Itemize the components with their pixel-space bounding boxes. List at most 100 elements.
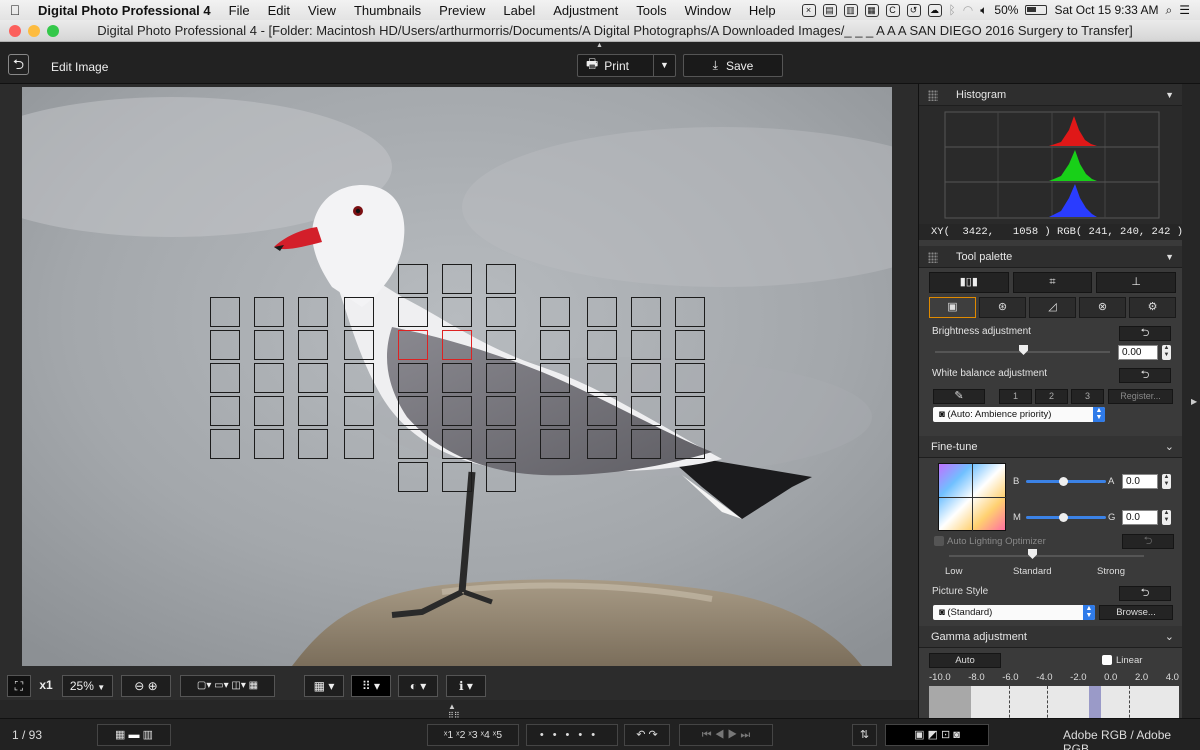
tab-tone-curve[interactable]: ◿ bbox=[1029, 297, 1076, 318]
menu-tools[interactable]: Tools bbox=[627, 3, 675, 18]
c-app-icon[interactable]: C bbox=[885, 3, 900, 17]
tray-app-icon[interactable]: ▥ bbox=[843, 3, 858, 17]
zoom-out-icon[interactable]: ⊖ bbox=[134, 679, 144, 693]
previous-image-icon[interactable]: ◀ bbox=[715, 729, 725, 741]
menu-adjustment[interactable]: Adjustment bbox=[544, 3, 627, 18]
list-view-icon[interactable]: ▥ bbox=[143, 729, 153, 741]
linear-checkbox[interactable] bbox=[1102, 655, 1112, 665]
collapse-double-icon[interactable]: ⌄ bbox=[1165, 436, 1174, 458]
filter-button[interactable]: ⇅ bbox=[852, 724, 877, 746]
compare-view-icon[interactable]: ◫▾ bbox=[231, 680, 245, 691]
zoom-select[interactable]: 25% ▼ bbox=[62, 675, 113, 697]
wb-mode-select[interactable]: ◙ (Auto: Ambience priority) ▲ ▼ bbox=[933, 407, 1105, 422]
info-button[interactable]: ℹ ▾ bbox=[446, 675, 486, 697]
save-button[interactable]: ⤓ Save bbox=[683, 54, 783, 77]
highlight-warning-button[interactable]: ◐ ▾ bbox=[398, 675, 438, 697]
close-window-button[interactable] bbox=[9, 25, 21, 37]
tab-settings[interactable]: ⚙ bbox=[1129, 297, 1176, 318]
brightness-slider-thumb[interactable] bbox=[1019, 345, 1028, 355]
close-circle-icon[interactable]: × bbox=[801, 3, 816, 17]
picture-style-select[interactable]: ◙ (Standard) ▲ ▼ bbox=[933, 605, 1095, 620]
wb-preset-1-button[interactable]: 1 bbox=[999, 389, 1032, 404]
zoom-window-button[interactable] bbox=[47, 25, 59, 37]
menu-help[interactable]: Help bbox=[740, 3, 785, 18]
gamma-auto-button[interactable]: Auto bbox=[929, 653, 1001, 668]
tab-lens[interactable]: ⊛ bbox=[979, 297, 1026, 318]
menu-preview[interactable]: Preview bbox=[430, 3, 494, 18]
expand-panel-icon[interactable]: ▶ bbox=[1191, 397, 1197, 406]
wb-reset-button[interactable]: ⮌ bbox=[1119, 368, 1171, 383]
ba-stepper[interactable]: ▲ ▼ bbox=[1162, 474, 1171, 489]
browse-button[interactable]: Browse... bbox=[1099, 605, 1173, 620]
af-points-button[interactable]: ⠿ ▾ bbox=[351, 675, 391, 697]
camera-icon[interactable]: ◙ bbox=[953, 729, 960, 741]
layout-icon-1[interactable]: ▣ bbox=[914, 729, 924, 741]
first-image-icon[interactable]: ⏮ bbox=[702, 729, 712, 741]
cloud-icon[interactable]: ☁ bbox=[927, 3, 942, 17]
bluetooth-icon[interactable]: ᛒ bbox=[949, 3, 956, 17]
backup-icon[interactable]: ↺ bbox=[906, 3, 921, 17]
apple-icon[interactable]:  bbox=[0, 2, 30, 18]
picture-style-reset-button[interactable]: ⮌ bbox=[1119, 586, 1171, 601]
brightness-value[interactable]: 0.00 bbox=[1118, 345, 1158, 360]
brightness-stepper[interactable]: ▲ ▼ bbox=[1162, 345, 1171, 360]
rating-5[interactable]: ˣ5 bbox=[493, 729, 502, 741]
collapse-toolbar-icon[interactable]: ▲ bbox=[596, 42, 603, 49]
brightness-reset-button[interactable]: ⮌ bbox=[1119, 326, 1171, 341]
drag-handle-icon[interactable] bbox=[928, 90, 938, 101]
stamp-tool-button[interactable]: ⊥ bbox=[1096, 272, 1177, 293]
layout-icon-2[interactable]: ◩ bbox=[928, 729, 938, 741]
drag-handle-icon[interactable] bbox=[928, 252, 938, 263]
mg-slider-thumb[interactable] bbox=[1059, 513, 1068, 522]
spotlight-icon[interactable]: ⌕ bbox=[1166, 3, 1173, 18]
menu-file[interactable]: File bbox=[220, 3, 259, 18]
crop-tool-button[interactable]: ⌗ bbox=[1012, 272, 1093, 293]
label-dots[interactable]: ••••• bbox=[526, 724, 618, 746]
notification-center-icon[interactable]: ☰ bbox=[1179, 3, 1190, 17]
gamma-graph[interactable] bbox=[929, 686, 1179, 720]
wb-preset-2-button[interactable]: 2 bbox=[1035, 389, 1068, 404]
volume-icon[interactable]: 🔈︎ bbox=[980, 3, 987, 18]
rating-3[interactable]: ˣ3 bbox=[468, 729, 477, 741]
wb-preset-3-button[interactable]: 3 bbox=[1071, 389, 1104, 404]
ba-slider-thumb[interactable] bbox=[1059, 477, 1068, 486]
grid-button[interactable]: ▦ ▾ bbox=[304, 675, 344, 697]
last-image-icon[interactable]: ⏭ bbox=[740, 729, 750, 741]
gamma-header[interactable]: Gamma adjustment ⌄ bbox=[919, 626, 1182, 648]
print-button[interactable]: 🖶︎ Print ▼ bbox=[577, 54, 676, 77]
collapse-double-icon[interactable]: ⌄ bbox=[1165, 626, 1174, 648]
menu-view[interactable]: View bbox=[299, 3, 345, 18]
collapse-icon[interactable]: ▼ bbox=[1165, 246, 1174, 268]
menu-app-name[interactable]: Digital Photo Professional 4 bbox=[30, 3, 220, 18]
compare-tool-button[interactable]: ▮▯▮ bbox=[929, 272, 1009, 293]
image-viewer[interactable] bbox=[0, 84, 918, 670]
alo-slider-thumb[interactable] bbox=[1028, 549, 1037, 559]
histogram-header[interactable]: Histogram ▼ bbox=[919, 84, 1182, 106]
menu-label[interactable]: Label bbox=[494, 3, 544, 18]
mg-stepper[interactable]: ▲ ▼ bbox=[1162, 510, 1171, 525]
alo-slider[interactable] bbox=[949, 555, 1144, 557]
tool-palette-header[interactable]: Tool palette ▼ bbox=[919, 246, 1182, 268]
rating-1[interactable]: ˣ1 bbox=[444, 729, 453, 741]
battery-icon[interactable] bbox=[1025, 5, 1048, 15]
chart-icon[interactable]: ▦ bbox=[864, 3, 879, 17]
fine-tune-header[interactable]: Fine-tune ⌄ bbox=[919, 436, 1182, 458]
mg-value[interactable]: 0.0 bbox=[1122, 510, 1158, 525]
rotate-right-icon[interactable]: ↷ bbox=[649, 729, 658, 741]
tab-basic[interactable]: ▣ bbox=[929, 297, 976, 318]
menu-window[interactable]: Window bbox=[676, 3, 740, 18]
wb-register-button[interactable]: Register... bbox=[1108, 389, 1173, 404]
tab-color[interactable]: ⊗ bbox=[1079, 297, 1126, 318]
print-dropdown-icon[interactable]: ▼ bbox=[653, 55, 675, 76]
wifi-icon[interactable]: ◠ bbox=[963, 3, 973, 17]
fit-screen-button[interactable]: ⛶ bbox=[7, 675, 31, 697]
split-view-icon[interactable]: ▭▾ bbox=[214, 680, 228, 691]
rotate-left-icon[interactable]: ↶ bbox=[636, 729, 645, 741]
collapse-icon[interactable]: ▼ bbox=[1165, 84, 1174, 106]
single-view-icon[interactable]: ▢▾ bbox=[197, 680, 211, 691]
alo-reset-button[interactable]: ⮌ bbox=[1122, 534, 1174, 549]
sync-view-icon[interactable]: ▦ bbox=[249, 680, 258, 691]
thumbnail-view-icon[interactable]: ▦ bbox=[115, 729, 125, 741]
minimize-window-button[interactable] bbox=[28, 25, 40, 37]
layout-icon-3[interactable]: ⊡ bbox=[941, 729, 950, 741]
